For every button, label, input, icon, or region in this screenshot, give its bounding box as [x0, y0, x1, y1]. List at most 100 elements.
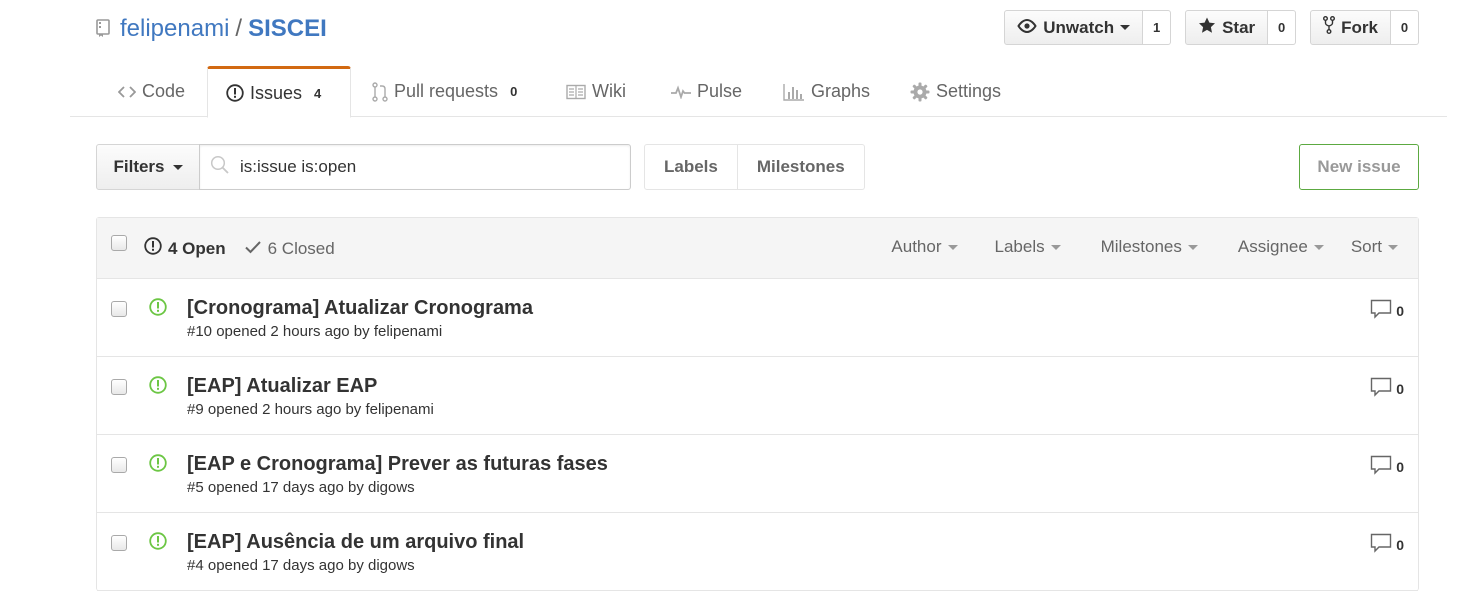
issue-opened-icon: [144, 237, 162, 260]
assignee-filter[interactable]: Assignee: [1238, 237, 1324, 257]
chevron-down-icon: [1388, 244, 1398, 250]
search-icon: [210, 155, 230, 180]
issues-table-header: 4 Open 6 Closed Author Labels Milestones: [97, 218, 1418, 279]
graph-icon: [783, 83, 805, 101]
tab-pulse-label: Pulse: [697, 81, 743, 101]
repo-name-link[interactable]: SISCEI: [248, 15, 327, 43]
chevron-down-icon: [1050, 244, 1061, 250]
issue-title-link[interactable]: [EAP e Cronograma] Prever as futuras fas…: [187, 453, 608, 476]
unwatch-button[interactable]: Unwatch: [1004, 10, 1144, 45]
issue-title-link[interactable]: [Cronograma] Atualizar Cronograma: [187, 297, 533, 320]
comments-link[interactable]: 0: [1370, 377, 1404, 400]
tab-code[interactable]: Code: [100, 66, 203, 117]
issue-row: [EAP e Cronograma] Prever as futuras fas…: [97, 435, 1418, 513]
chevron-down-icon: [947, 244, 958, 250]
labels-filter[interactable]: Labels: [995, 237, 1061, 257]
issue-row: [EAP] Atualizar EAP #9 opened 2 hours ag…: [97, 357, 1418, 435]
tab-settings[interactable]: Settings: [892, 66, 1019, 117]
watchers-count[interactable]: 1: [1143, 10, 1172, 45]
issue-opened-icon: [149, 454, 167, 477]
comment-count: 0: [1396, 458, 1404, 475]
fork-group: Fork 0: [1310, 10, 1419, 45]
star-icon: [1198, 17, 1216, 39]
closed-issues-link[interactable]: 6 Closed: [244, 239, 335, 259]
tab-pull-requests[interactable]: Pull requests 0: [354, 66, 535, 117]
comments-link[interactable]: 0: [1370, 533, 1404, 556]
issue-checkbox[interactable]: [111, 301, 127, 317]
pull-requests-counter: 0: [510, 84, 518, 99]
issue-title-link[interactable]: [EAP] Atualizar EAP: [187, 375, 377, 398]
issue-meta: #4 opened 17 days ago by digows: [187, 557, 415, 574]
issue-row: [Cronograma] Atualizar Cronograma #10 op…: [97, 279, 1418, 357]
issue-checkbox[interactable]: [111, 379, 127, 395]
labels-button[interactable]: Labels: [644, 144, 738, 190]
issue-opened-icon: [226, 84, 244, 102]
open-count-label: 4 Open: [168, 238, 226, 258]
repo-nav: Code Issues 4 Pull requests 0 Wiki Pulse…: [70, 66, 1447, 118]
issue-opened-icon: [149, 298, 167, 321]
tab-issues[interactable]: Issues 4: [207, 66, 351, 118]
milestones-filter-label: Milestones: [1100, 237, 1182, 256]
stargazers-count[interactable]: 0: [1268, 10, 1297, 45]
filters-label: Filters: [113, 157, 165, 176]
forks-count[interactable]: 0: [1391, 10, 1419, 45]
issue-checkbox[interactable]: [111, 457, 127, 473]
issue-title-link[interactable]: [EAP] Ausência de um arquivo final: [187, 531, 524, 554]
comment-count: 0: [1396, 536, 1404, 553]
comments-link[interactable]: 0: [1370, 455, 1404, 478]
comments-link[interactable]: 0: [1370, 299, 1404, 322]
labels-filter-label: Labels: [994, 237, 1045, 256]
open-issues-link[interactable]: 4 Open: [144, 237, 226, 260]
star-button[interactable]: Star: [1185, 10, 1269, 45]
star-group: Star 0: [1185, 10, 1297, 45]
sort-filter[interactable]: Sort: [1351, 237, 1398, 257]
labels-milestones-group: Labels Milestones: [644, 144, 865, 190]
repo-owner-link[interactable]: felipenami: [120, 15, 229, 43]
star-label: Star: [1222, 17, 1256, 37]
chevron-down-icon: [172, 164, 183, 170]
issue-checkbox[interactable]: [111, 535, 127, 551]
comment-count: 0: [1396, 302, 1404, 319]
search-input[interactable]: [240, 157, 620, 177]
table-filters: Author Labels Milestones Assignee Sort: [891, 237, 1418, 257]
gear-icon: [910, 82, 930, 102]
check-icon: [244, 239, 262, 259]
issues-subnav: Filters Labels Milestones New issue: [96, 144, 1419, 190]
filters-button[interactable]: Filters: [96, 144, 200, 190]
tab-wiki[interactable]: Wiki: [548, 66, 644, 117]
sort-filter-label: Sort: [1350, 237, 1382, 256]
unwatch-label: Unwatch: [1043, 17, 1115, 37]
comment-count: 0: [1396, 380, 1404, 397]
issue-meta: #9 opened 2 hours ago by felipenami: [187, 401, 434, 418]
issues-list: 4 Open 6 Closed Author Labels Milestones: [96, 217, 1419, 591]
comment-icon: [1370, 455, 1392, 478]
chevron-down-icon: [1120, 25, 1131, 30]
tab-pulse[interactable]: Pulse: [653, 66, 760, 117]
assignee-filter-label: Assignee: [1237, 237, 1308, 256]
issue-meta: #10 opened 2 hours ago by felipenami: [187, 323, 443, 340]
select-all-checkbox[interactable]: [111, 235, 127, 251]
milestones-button[interactable]: Milestones: [737, 144, 865, 190]
code-icon: [118, 85, 136, 99]
tab-issues-label: Issues: [250, 82, 303, 103]
author-filter[interactable]: Author: [891, 237, 958, 257]
eye-icon: [1017, 18, 1037, 38]
chevron-down-icon: [1313, 244, 1324, 250]
issue-opened-icon: [149, 532, 167, 555]
tab-graphs-label: Graphs: [811, 81, 871, 101]
new-issue-button[interactable]: New issue: [1299, 144, 1419, 190]
tab-graphs[interactable]: Graphs: [765, 66, 888, 117]
git-pull-request-icon: [372, 81, 388, 102]
tab-pull-requests-label: Pull requests: [394, 81, 499, 101]
comment-icon: [1370, 377, 1392, 400]
tab-settings-label: Settings: [936, 81, 1002, 101]
fork-button[interactable]: Fork: [1310, 10, 1391, 45]
issues-search: [199, 144, 631, 190]
repo-actions: Unwatch 1 Star 0 Fork 0: [1004, 10, 1419, 45]
tab-code-label: Code: [142, 81, 186, 101]
issues-counter: 4: [314, 85, 322, 101]
chevron-down-icon: [1187, 244, 1198, 250]
milestones-filter[interactable]: Milestones: [1101, 237, 1198, 257]
path-separator: /: [235, 15, 243, 42]
closed-count-label: 6 Closed: [267, 238, 335, 258]
